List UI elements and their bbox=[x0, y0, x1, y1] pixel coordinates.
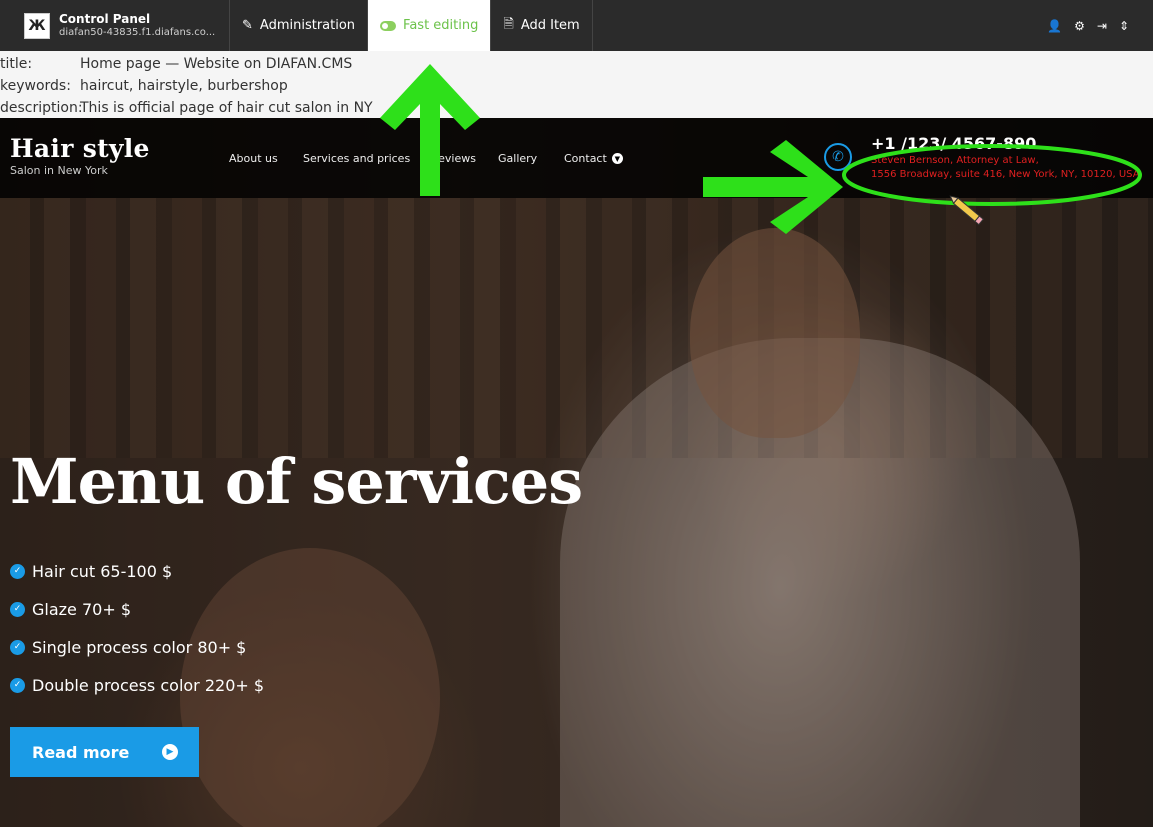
brand-subtitle: Salon in New York bbox=[10, 164, 108, 177]
administration-label: Administration bbox=[259, 18, 356, 33]
meta-value: haircut, hairstyle, burbershop bbox=[80, 78, 288, 94]
list-item: ✓ Glaze 70+ $ bbox=[10, 590, 264, 628]
site-host: diafan50-43835.f1.diafans.co... bbox=[59, 26, 216, 38]
meta-key: description: bbox=[0, 100, 83, 116]
pencil-icon: ✎ bbox=[242, 18, 253, 33]
address-line-2: 1556 Broadway, suite 416, New York, NY, … bbox=[871, 169, 1140, 180]
meta-key: keywords: bbox=[0, 78, 71, 94]
service-label: Double process color 220+ $ bbox=[32, 675, 265, 695]
user-icon[interactable]: 👤 bbox=[1047, 19, 1062, 33]
list-item: ✓ Hair cut 65-100 $ bbox=[10, 552, 264, 590]
document-icon: 🗎 bbox=[503, 16, 514, 32]
meta-value: Home page — Website on DIAFAN.CMS bbox=[80, 56, 353, 72]
meta-keywords-row[interactable]: keywords: haircut, hairstyle, burbershop bbox=[0, 75, 1153, 97]
admin-bar: Ж Control Panel diafan50-43835.f1.diafan… bbox=[0, 0, 1153, 51]
add-item-label: Add Item bbox=[520, 18, 580, 33]
brand-title: Hair style bbox=[10, 134, 150, 163]
check-icon: ✓ bbox=[10, 563, 25, 579]
sort-icon[interactable]: ⇕ bbox=[1119, 19, 1129, 33]
check-icon: ✓ bbox=[10, 639, 25, 655]
logout-icon[interactable]: ⇥ bbox=[1097, 19, 1107, 33]
check-icon: ✓ bbox=[10, 601, 25, 617]
chevron-down-icon: ▼ bbox=[611, 153, 623, 164]
whatsapp-icon[interactable]: ✆ bbox=[824, 143, 852, 171]
read-more-button[interactable]: Read more ▶ bbox=[10, 727, 199, 777]
control-panel[interactable]: Ж Control Panel diafan50-43835.f1.diafan… bbox=[0, 0, 230, 51]
gear-icon[interactable]: ⚙ bbox=[1074, 19, 1085, 33]
main-menu: About us Services and prices Reviews Gal… bbox=[229, 152, 623, 165]
menu-item-about[interactable]: About us bbox=[229, 152, 303, 165]
diafan-logo-icon: Ж bbox=[24, 12, 50, 39]
menu-item-services[interactable]: Services and prices bbox=[303, 152, 431, 165]
fast-editing-button[interactable]: Fast editing bbox=[368, 0, 492, 51]
read-more-label: Read more bbox=[32, 742, 130, 762]
address-line-1: Steven Bernson, Attorney at Law, bbox=[871, 155, 1039, 166]
administration-button[interactable]: ✎ Administration bbox=[230, 0, 369, 51]
meta-key: title: bbox=[0, 56, 33, 72]
toggle-on-icon bbox=[380, 20, 397, 31]
menu-item-contact-label: Contact bbox=[564, 152, 607, 165]
service-label: Hair cut 65-100 $ bbox=[32, 561, 173, 581]
address-editable[interactable]: Steven Bernson, Attorney at Law, 1556 Br… bbox=[871, 154, 1140, 182]
menu-item-gallery[interactable]: Gallery bbox=[498, 152, 564, 165]
site-logo[interactable]: Hair style Salon in New York bbox=[10, 136, 150, 177]
fast-editing-label: Fast editing bbox=[403, 18, 479, 33]
hero-title: Menu of services bbox=[10, 445, 583, 518]
meta-description-row[interactable]: description: This is official page of ha… bbox=[0, 97, 1153, 119]
services-list: ✓ Hair cut 65-100 $ ✓ Glaze 70+ $ ✓ Single … bbox=[10, 552, 264, 704]
meta-title-row[interactable]: title: Home page — Website on DIAFAN.CMS bbox=[0, 53, 1153, 75]
check-icon: ✓ bbox=[10, 677, 25, 693]
service-label: Glaze 70+ $ bbox=[32, 599, 132, 619]
list-item: ✓ Double process color 220+ $ bbox=[10, 666, 264, 704]
arrow-right-icon: ▶ bbox=[162, 744, 178, 760]
add-item-button[interactable]: 🗎 Add Item bbox=[491, 0, 593, 51]
list-item: ✓ Single process color 80+ $ bbox=[10, 628, 264, 666]
menu-item-reviews[interactable]: Reviews bbox=[431, 152, 498, 165]
meta-value: This is official page of hair cut salon … bbox=[80, 100, 373, 116]
seo-meta-panel: title: Home page — Website on DIAFAN.CMS… bbox=[0, 51, 1153, 118]
admin-right-icons: 👤 ⚙ ⇥ ⇕ bbox=[1047, 0, 1153, 51]
control-panel-title: Control Panel bbox=[59, 12, 151, 27]
menu-item-contact[interactable]: Contact ▼ bbox=[564, 152, 623, 165]
service-label: Single process color 80+ $ bbox=[32, 637, 247, 657]
phone-number[interactable]: +1 /123/ 4567-890 bbox=[871, 134, 1036, 153]
